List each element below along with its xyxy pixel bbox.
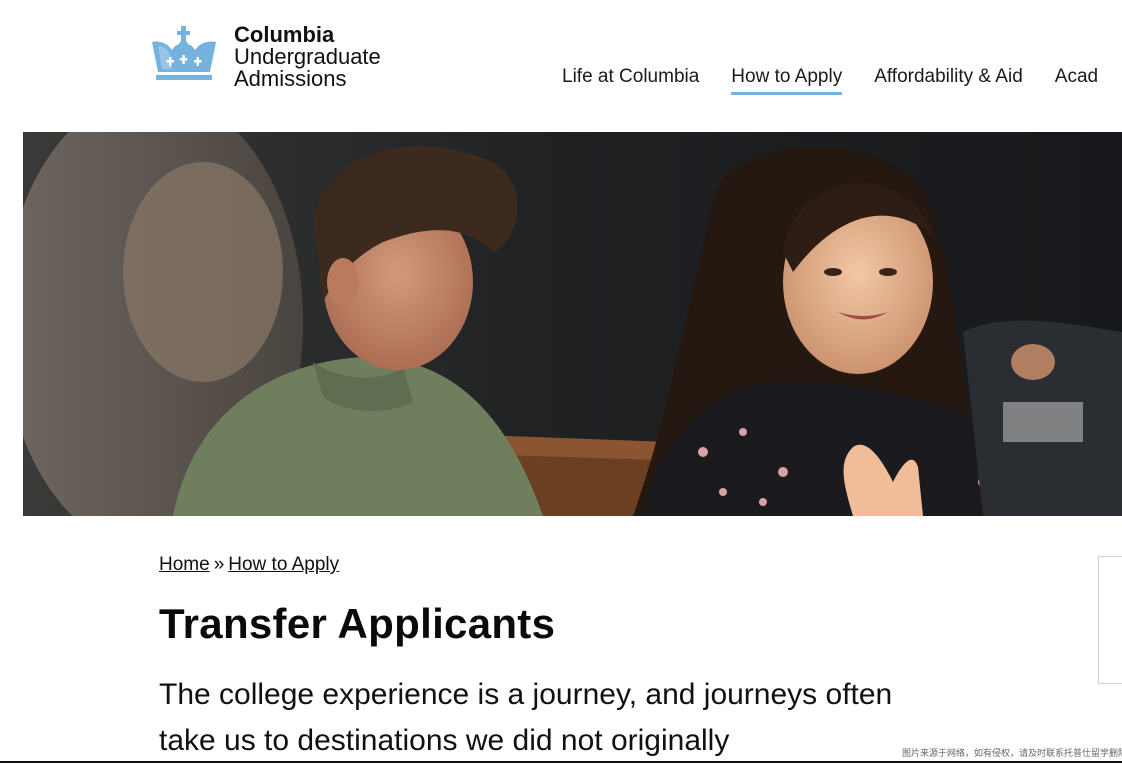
hero-image [23, 132, 1122, 516]
page-intro-text: The college experience is a journey, and… [159, 678, 893, 757]
breadcrumb-how-to-apply-link[interactable]: How to Apply [228, 554, 339, 575]
logo-line-admissions: Admissions [234, 66, 347, 91]
nav-affordability-aid[interactable]: Affordability & Aid [874, 66, 1023, 95]
main-nav: Life at Columbia How to Apply Affordabil… [562, 66, 1122, 95]
columbia-crown-icon [152, 26, 216, 80]
nav-life-at-columbia[interactable]: Life at Columbia [562, 66, 699, 95]
nav-academics[interactable]: Acad [1055, 66, 1098, 95]
logo-line-undergraduate: Undergraduate [234, 44, 381, 69]
breadcrumb-home-link[interactable]: Home [159, 554, 210, 575]
page-title: Transfer Applicants [159, 600, 556, 647]
breadcrumb-separator: » [213, 554, 225, 575]
logo-wordmark: Columbia Undergraduate Admissions [234, 24, 381, 90]
breadcrumb: Home» How to Apply [159, 554, 339, 576]
sidebar-card [1098, 556, 1122, 684]
image-watermark: 图片来源于网络，如有侵权，请及时联系托普仕留学删除 [902, 748, 1122, 758]
site-header: Columbia Undergraduate Admissions Life a… [0, 0, 1122, 132]
hero-photo-illustration [23, 132, 1122, 516]
nav-how-to-apply[interactable]: How to Apply [731, 66, 843, 95]
logo-line-columbia: Columbia [234, 22, 335, 47]
site-logo[interactable]: Columbia Undergraduate Admissions [150, 24, 381, 90]
bottom-divider [0, 761, 1122, 763]
